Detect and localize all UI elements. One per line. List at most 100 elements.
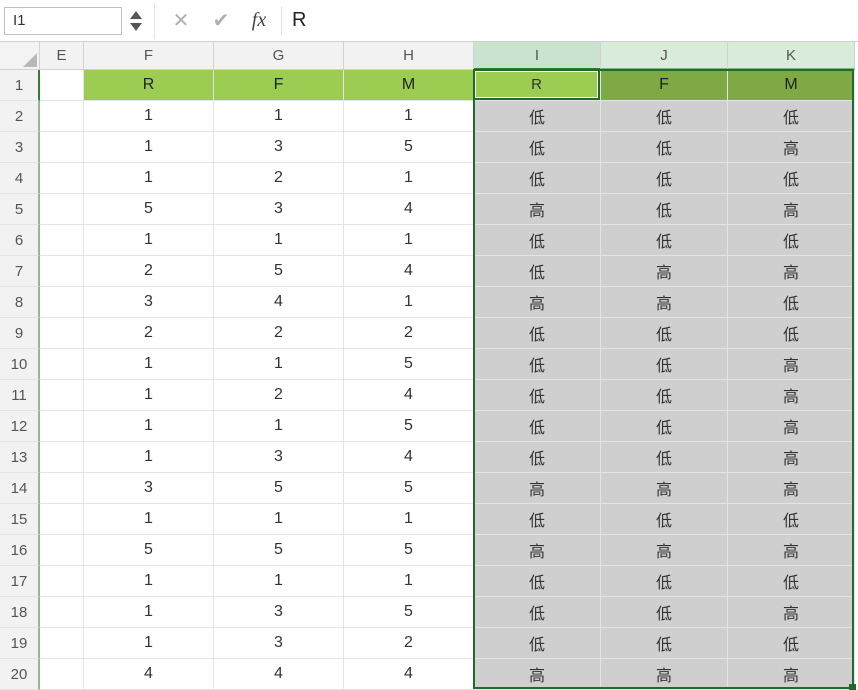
cell-G1[interactable]: F xyxy=(214,70,344,101)
cell-J6[interactable]: 低 xyxy=(601,225,728,256)
row-header-7[interactable]: 7 xyxy=(0,256,40,287)
cell-F11[interactable]: 1 xyxy=(84,380,214,411)
cell-G13[interactable]: 3 xyxy=(214,442,344,473)
cell-J13[interactable]: 低 xyxy=(601,442,728,473)
cell-F18[interactable]: 1 xyxy=(84,597,214,628)
cell-F8[interactable]: 3 xyxy=(84,287,214,318)
cell-F16[interactable]: 5 xyxy=(84,535,214,566)
cell-F4[interactable]: 1 xyxy=(84,163,214,194)
cell-G6[interactable]: 1 xyxy=(214,225,344,256)
cell-G18[interactable]: 3 xyxy=(214,597,344,628)
row-header-3[interactable]: 3 xyxy=(0,132,40,163)
cell-G12[interactable]: 1 xyxy=(214,411,344,442)
cell-H15[interactable]: 1 xyxy=(344,504,474,535)
cell-G9[interactable]: 2 xyxy=(214,318,344,349)
cell-H7[interactable]: 4 xyxy=(344,256,474,287)
cell-F14[interactable]: 3 xyxy=(84,473,214,504)
cell-H1[interactable]: M xyxy=(344,70,474,101)
confirm-button[interactable]: ✔ xyxy=(201,8,241,33)
row-header-14[interactable]: 14 xyxy=(0,473,40,504)
cell-F12[interactable]: 1 xyxy=(84,411,214,442)
name-box-stepper[interactable] xyxy=(130,11,142,31)
cell-J2[interactable]: 低 xyxy=(601,101,728,132)
cell-F3[interactable]: 1 xyxy=(84,132,214,163)
cell-G19[interactable]: 3 xyxy=(214,628,344,659)
cell-F2[interactable]: 1 xyxy=(84,101,214,132)
cell-I5[interactable]: 高 xyxy=(474,194,601,225)
cell-G11[interactable]: 2 xyxy=(214,380,344,411)
row-header-11[interactable]: 11 xyxy=(0,380,40,411)
cell-H8[interactable]: 1 xyxy=(344,287,474,318)
cell-K3[interactable]: 高 xyxy=(728,132,855,163)
row-header-4[interactable]: 4 xyxy=(0,163,40,194)
cell-I8[interactable]: 高 xyxy=(474,287,601,318)
cell-H17[interactable]: 1 xyxy=(344,566,474,597)
cell-I10[interactable]: 低 xyxy=(474,349,601,380)
cancel-button[interactable]: ✕ xyxy=(161,8,201,33)
row-header-18[interactable]: 18 xyxy=(0,597,40,628)
cell-I1[interactable]: R xyxy=(474,70,601,101)
row-header-17[interactable]: 17 xyxy=(0,566,40,597)
cell-E1[interactable] xyxy=(40,70,84,101)
cell-J10[interactable]: 低 xyxy=(601,349,728,380)
cell-J5[interactable]: 低 xyxy=(601,194,728,225)
row-header-2[interactable]: 2 xyxy=(0,101,40,132)
cell-K7[interactable]: 高 xyxy=(728,256,855,287)
fx-button[interactable]: fx xyxy=(241,9,277,32)
cell-H10[interactable]: 5 xyxy=(344,349,474,380)
cell-G4[interactable]: 2 xyxy=(214,163,344,194)
cell-F19[interactable]: 1 xyxy=(84,628,214,659)
cell-H13[interactable]: 4 xyxy=(344,442,474,473)
cell-J11[interactable]: 低 xyxy=(601,380,728,411)
cell-I19[interactable]: 低 xyxy=(474,628,601,659)
cell-J16[interactable]: 高 xyxy=(601,535,728,566)
cell-K14[interactable]: 高 xyxy=(728,473,855,504)
column-header-G[interactable]: G xyxy=(214,42,344,70)
row-header-13[interactable]: 13 xyxy=(0,442,40,473)
cell-J18[interactable]: 低 xyxy=(601,597,728,628)
column-header-I[interactable]: I xyxy=(474,42,601,70)
cell-J4[interactable]: 低 xyxy=(601,163,728,194)
cell-E6[interactable] xyxy=(40,225,84,256)
cell-K15[interactable]: 低 xyxy=(728,504,855,535)
cell-E15[interactable] xyxy=(40,504,84,535)
cell-I12[interactable]: 低 xyxy=(474,411,601,442)
cell-E11[interactable] xyxy=(40,380,84,411)
cell-K9[interactable]: 低 xyxy=(728,318,855,349)
cell-J9[interactable]: 低 xyxy=(601,318,728,349)
stepper-down-icon[interactable] xyxy=(130,23,142,31)
cell-G10[interactable]: 1 xyxy=(214,349,344,380)
cell-H9[interactable]: 2 xyxy=(344,318,474,349)
row-header-15[interactable]: 15 xyxy=(0,504,40,535)
cell-F5[interactable]: 5 xyxy=(84,194,214,225)
row-header-1[interactable]: 1 xyxy=(0,70,40,101)
cell-H19[interactable]: 2 xyxy=(344,628,474,659)
cell-E8[interactable] xyxy=(40,287,84,318)
cell-G3[interactable]: 3 xyxy=(214,132,344,163)
cell-K19[interactable]: 低 xyxy=(728,628,855,659)
cell-E7[interactable] xyxy=(40,256,84,287)
cell-G8[interactable]: 4 xyxy=(214,287,344,318)
cell-K11[interactable]: 高 xyxy=(728,380,855,411)
cell-J20[interactable]: 高 xyxy=(601,659,728,690)
cell-J15[interactable]: 低 xyxy=(601,504,728,535)
cell-I16[interactable]: 高 xyxy=(474,535,601,566)
cell-H2[interactable]: 1 xyxy=(344,101,474,132)
cell-E13[interactable] xyxy=(40,442,84,473)
row-header-6[interactable]: 6 xyxy=(0,225,40,256)
cell-K12[interactable]: 高 xyxy=(728,411,855,442)
cell-J19[interactable]: 低 xyxy=(601,628,728,659)
cell-E17[interactable] xyxy=(40,566,84,597)
cell-K16[interactable]: 高 xyxy=(728,535,855,566)
cell-E20[interactable] xyxy=(40,659,84,690)
cell-K20[interactable]: 高 xyxy=(728,659,855,690)
cell-K8[interactable]: 低 xyxy=(728,287,855,318)
cell-I17[interactable]: 低 xyxy=(474,566,601,597)
cell-I7[interactable]: 低 xyxy=(474,256,601,287)
cell-J14[interactable]: 高 xyxy=(601,473,728,504)
cell-E16[interactable] xyxy=(40,535,84,566)
cell-K2[interactable]: 低 xyxy=(728,101,855,132)
cell-G14[interactable]: 5 xyxy=(214,473,344,504)
cell-E10[interactable] xyxy=(40,349,84,380)
cell-I15[interactable]: 低 xyxy=(474,504,601,535)
